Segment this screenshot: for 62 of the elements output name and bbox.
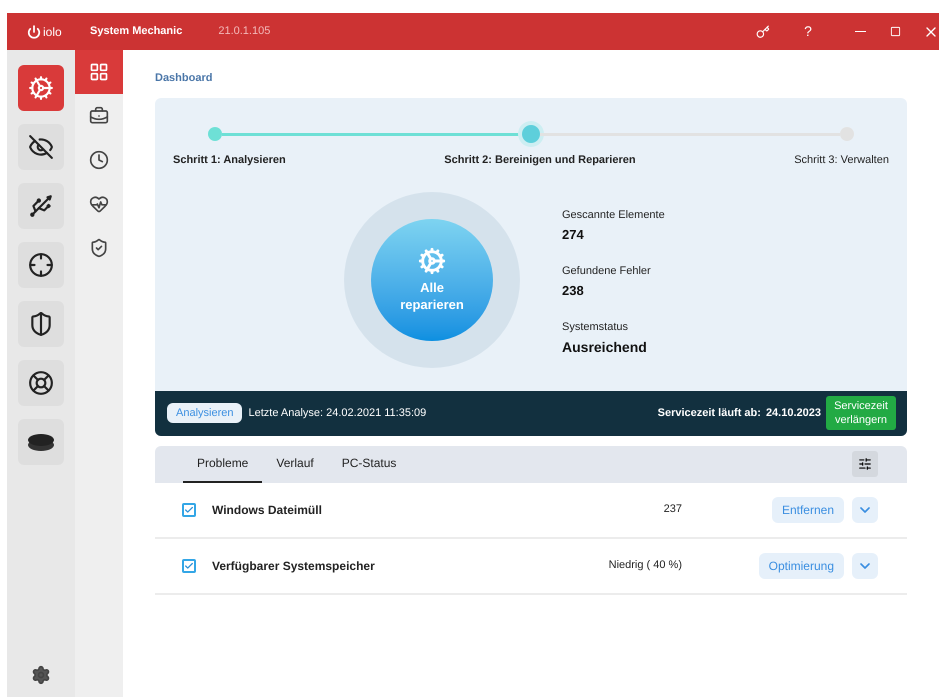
lifebuoy-icon: [28, 370, 54, 396]
help-button[interactable]: ?: [801, 21, 815, 42]
tab[interactable]: Verlauf: [262, 446, 328, 482]
action-button[interactable]: Optimierung: [758, 552, 844, 578]
rail-button[interactable]: [18, 301, 64, 347]
rail-button[interactable]: [18, 419, 64, 465]
service-expiry-date: 24.10.2023: [766, 406, 821, 421]
expand-button[interactable]: [852, 552, 878, 578]
problem-value: 237: [664, 502, 682, 518]
stat-label: Systemstatus: [562, 320, 630, 335]
maximize-button[interactable]: [890, 26, 901, 37]
stat-label: Gescannte Elemente: [562, 208, 665, 223]
problem-value: Niedrig ( 40 %): [608, 558, 682, 574]
step-label: Schritt 2: Bereinigen und Reparieren: [444, 153, 636, 168]
sliders-icon: [858, 456, 872, 470]
rail-button[interactable]: [18, 124, 64, 170]
checkbox[interactable]: [182, 558, 196, 572]
check-icon: [184, 504, 194, 514]
dashboard-icon: [89, 62, 109, 82]
rail-button[interactable]: [18, 183, 64, 229]
rail-button[interactable]: [18, 242, 64, 288]
action-button[interactable]: Entfernen: [772, 496, 844, 522]
step-label: Schritt 3: Verwalten: [794, 153, 889, 168]
gear-icon: [418, 246, 446, 274]
stat-label: Gefundene Fehler: [562, 264, 652, 279]
stat-value: Ausreichend: [562, 338, 648, 358]
expand-button[interactable]: [852, 496, 878, 522]
step-label: Schritt 1: Analysieren: [173, 153, 286, 168]
settings-icon: [31, 665, 51, 685]
problem-name: Windows Dateimüll: [212, 502, 322, 518]
rail-button[interactable]: [18, 360, 64, 406]
version-label: 21.0.1.105: [218, 24, 270, 40]
clock-icon: [89, 150, 109, 170]
check-icon: [184, 560, 194, 570]
analyze-button[interactable]: Analysieren: [167, 403, 242, 423]
breadcrumb: Dashboard: [155, 71, 214, 86]
stat-value: 274: [562, 226, 585, 244]
tab[interactable]: PC-Status: [328, 446, 410, 482]
problem-name: Verfügbarer Systemspeicher: [212, 558, 375, 574]
eye-off-icon: [28, 134, 54, 160]
service-expiry-label: Servicezeit läuft ab:: [658, 406, 761, 421]
maximize-icon: [890, 26, 901, 37]
heart-pulse-icon: [89, 194, 109, 214]
power-icon: [27, 24, 41, 38]
usb-icon: [28, 193, 54, 219]
checkbox[interactable]: [182, 502, 196, 516]
nav-tab[interactable]: [75, 50, 123, 94]
shield-check-icon: [89, 238, 109, 258]
toolbox-icon: [89, 106, 109, 126]
filter-button[interactable]: [852, 450, 878, 476]
crosshair-icon: [28, 252, 54, 278]
repair-all-button[interactable]: Alle reparieren: [371, 218, 493, 340]
last-analysis-text: Letzte Analyse: 24.02.2021 11:35:09: [248, 406, 426, 421]
stat-value: 238: [562, 282, 585, 300]
settings-button[interactable]: [31, 665, 51, 685]
tab[interactable]: Probleme: [183, 446, 262, 482]
key-icon: [756, 24, 770, 38]
app-title: System Mechanic: [90, 24, 182, 40]
extend-service-button[interactable]: Servicezeit verlängern: [826, 396, 896, 430]
logo: iolo: [43, 24, 62, 40]
gear-icon: [28, 75, 54, 101]
minimize-icon: [855, 30, 866, 32]
